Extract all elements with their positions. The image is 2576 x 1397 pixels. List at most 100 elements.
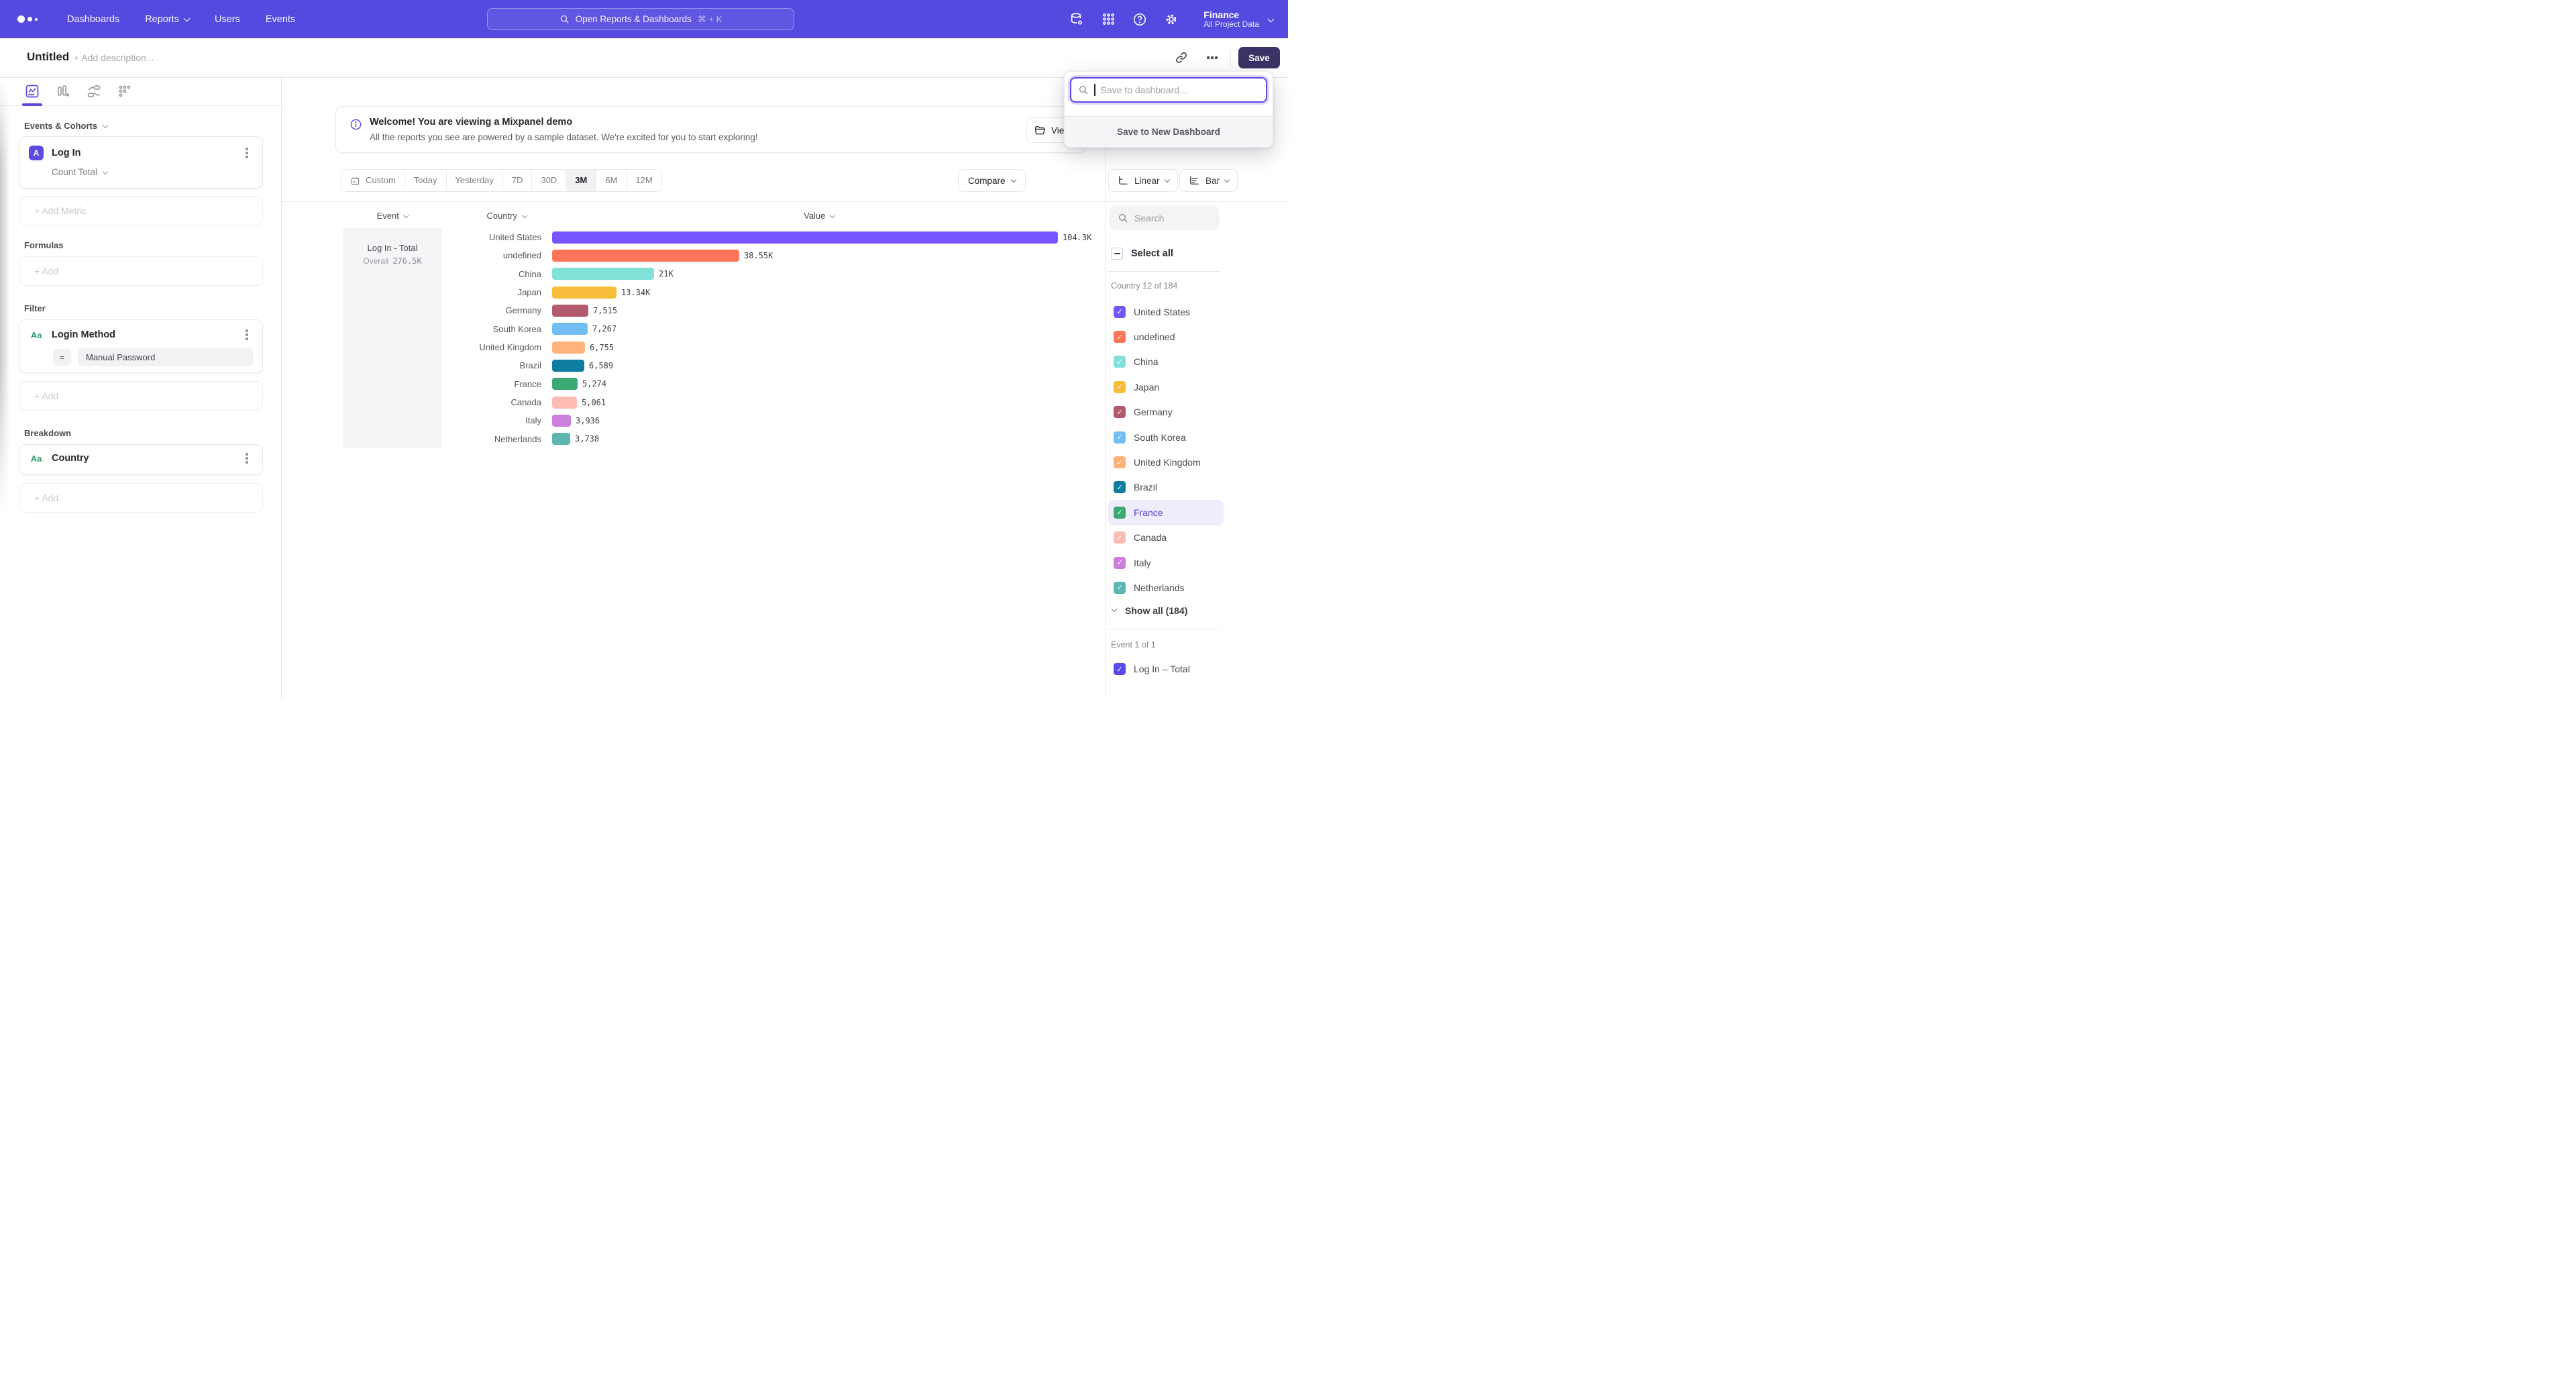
scale-selector-button[interactable]: Linear bbox=[1108, 169, 1178, 192]
legend-checkbox[interactable]: ✓ bbox=[1114, 557, 1126, 569]
legend-item-undefined[interactable]: ✓undefined bbox=[1108, 324, 1224, 349]
metric-name[interactable]: Log In bbox=[52, 148, 81, 158]
filter-card-login-method[interactable]: Aa Login Method = Manual Password bbox=[19, 319, 263, 373]
metric-card-login[interactable]: A Log In Count Total bbox=[19, 136, 263, 189]
copy-link-icon[interactable] bbox=[1173, 49, 1190, 66]
chevron-down-icon bbox=[1268, 16, 1275, 23]
add-description-field[interactable]: + Add description... bbox=[74, 52, 154, 63]
range-tab-custom[interactable]: Custom bbox=[341, 170, 405, 191]
legend-item-south-korea[interactable]: ✓South Korea bbox=[1108, 425, 1224, 450]
column-header-country[interactable]: Country bbox=[486, 211, 526, 221]
tab-retention[interactable] bbox=[117, 83, 133, 99]
legend-item-china[interactable]: ✓China bbox=[1108, 350, 1224, 374]
settings-gear-icon[interactable] bbox=[1164, 12, 1179, 27]
add-breakdown-button[interactable]: + Add bbox=[19, 483, 263, 513]
legend-item-japan[interactable]: ✓Japan bbox=[1108, 374, 1224, 399]
range-tab-3m[interactable]: 3M bbox=[566, 170, 596, 191]
range-tab-6m[interactable]: 6M bbox=[596, 170, 626, 191]
event-checkbox[interactable]: ✓ bbox=[1114, 663, 1126, 675]
column-header-event[interactable]: Event bbox=[377, 211, 409, 221]
add-metric-button[interactable]: + Add Metric bbox=[19, 196, 263, 225]
save-button[interactable]: Save bbox=[1238, 47, 1280, 68]
bar-segment[interactable] bbox=[552, 323, 588, 335]
nav-item-dashboards[interactable]: Dashboards bbox=[67, 14, 119, 25]
more-actions-icon[interactable] bbox=[1203, 49, 1221, 66]
bar-segment[interactable] bbox=[552, 305, 588, 317]
nav-item-events[interactable]: Events bbox=[266, 14, 295, 25]
legend-checkbox[interactable]: ✓ bbox=[1114, 507, 1126, 519]
legend-item-netherlands[interactable]: ✓Netherlands bbox=[1108, 575, 1224, 600]
legend-checkbox[interactable]: ✓ bbox=[1114, 356, 1126, 368]
chart-type-button[interactable]: Bar bbox=[1179, 169, 1238, 192]
breakdown-menu-icon[interactable] bbox=[241, 452, 253, 464]
help-icon[interactable] bbox=[1132, 12, 1147, 27]
bar-segment[interactable] bbox=[552, 231, 1058, 244]
select-all-checkbox[interactable] bbox=[1111, 248, 1123, 260]
bar-segment[interactable] bbox=[552, 378, 578, 390]
event-legend-item[interactable]: ✓ Log In – Total bbox=[1114, 663, 1190, 675]
bar-segment[interactable] bbox=[552, 360, 584, 372]
legend-item-france[interactable]: ✓ France bbox=[1108, 500, 1224, 525]
breakdown-card-country[interactable]: Aa Country bbox=[19, 444, 263, 475]
bar-segment[interactable] bbox=[552, 433, 570, 445]
tab-funnels[interactable] bbox=[55, 83, 71, 99]
range-tab-today[interactable]: Today bbox=[405, 170, 446, 191]
add-formula-button[interactable]: + Add bbox=[19, 256, 263, 286]
filter-operator[interactable]: = bbox=[53, 349, 71, 366]
show-all-toggle[interactable]: Show all (184) bbox=[1112, 605, 1187, 616]
legend-checkbox[interactable]: ✓ bbox=[1114, 582, 1126, 594]
nav-item-reports[interactable]: Reports bbox=[145, 14, 189, 25]
legend-label: France bbox=[1134, 507, 1163, 518]
drawer-shadow bbox=[0, 78, 10, 521]
bar-segment[interactable] bbox=[552, 342, 585, 354]
legend-item-united-kingdom[interactable]: ✓ United Kingdom bbox=[1108, 450, 1224, 474]
range-tab-7d[interactable]: 7D bbox=[502, 170, 532, 191]
legend-checkbox[interactable]: ✓ bbox=[1114, 431, 1126, 444]
select-all-row[interactable]: Select all bbox=[1111, 248, 1173, 260]
compare-button[interactable]: Compare bbox=[958, 169, 1026, 192]
tab-insights[interactable] bbox=[24, 83, 40, 99]
nav-item-users[interactable]: Users bbox=[215, 14, 240, 25]
legend-item-united-states[interactable]: ✓United States bbox=[1108, 299, 1224, 324]
column-header-value[interactable]: Value bbox=[804, 211, 835, 221]
report-title[interactable]: Untitled bbox=[27, 50, 69, 64]
global-search-button[interactable]: Open Reports & Dashboards ⌘ + K bbox=[487, 8, 794, 30]
filter-value[interactable]: Manual Password bbox=[78, 348, 253, 366]
events-cohorts-heading[interactable]: Events & Cohorts bbox=[24, 121, 107, 131]
legend-search-input[interactable]: Search bbox=[1110, 205, 1220, 230]
filter-property-name[interactable]: Login Method bbox=[52, 329, 115, 340]
filter-menu-icon[interactable] bbox=[241, 329, 253, 341]
project-switcher[interactable]: Finance All Project Data bbox=[1203, 9, 1259, 30]
legend-item-italy[interactable]: ✓Italy bbox=[1108, 550, 1224, 575]
legend-checkbox[interactable]: ✓ bbox=[1114, 306, 1126, 318]
legend-item-canada[interactable]: ✓Canada bbox=[1108, 525, 1224, 550]
bar-segment[interactable] bbox=[552, 415, 571, 427]
legend-checkbox[interactable]: ✓ bbox=[1114, 481, 1126, 493]
legend-checkbox[interactable]: ✓ bbox=[1114, 406, 1126, 418]
range-tab-yesterday[interactable]: Yesterday bbox=[446, 170, 502, 191]
apps-grid-icon[interactable] bbox=[1101, 12, 1116, 27]
aggregation-selector[interactable]: Count Total bbox=[52, 167, 253, 177]
tab-flows[interactable] bbox=[86, 83, 102, 99]
bar-segment[interactable] bbox=[552, 397, 577, 409]
legend-checkbox[interactable]: ✓ bbox=[1114, 456, 1126, 468]
metric-menu-icon[interactable] bbox=[241, 147, 253, 159]
save-dashboard-search-input[interactable]: Save to dashboard... bbox=[1070, 77, 1267, 103]
legend-checkbox[interactable]: ✓ bbox=[1114, 531, 1126, 544]
legend-checkbox[interactable]: ✓ bbox=[1114, 331, 1126, 343]
range-tab-30d[interactable]: 30D bbox=[531, 170, 566, 191]
add-filter-button[interactable]: + Add bbox=[19, 381, 263, 411]
bar-segment[interactable] bbox=[552, 268, 654, 280]
range-tab-12m[interactable]: 12M bbox=[626, 170, 661, 191]
legend-item-brazil[interactable]: ✓Brazil bbox=[1108, 475, 1224, 500]
legend-checkbox[interactable]: ✓ bbox=[1114, 381, 1126, 393]
bar-segment[interactable] bbox=[552, 250, 739, 262]
mixpanel-logo-icon[interactable] bbox=[17, 15, 38, 23]
data-management-icon[interactable] bbox=[1069, 12, 1084, 27]
legend-item-germany[interactable]: ✓ Germany bbox=[1108, 400, 1224, 425]
bar-segment[interactable] bbox=[552, 287, 616, 299]
breakdown-property-name[interactable]: Country bbox=[52, 453, 89, 464]
save-to-new-dashboard-button[interactable]: Save to New Dashboard bbox=[1065, 116, 1273, 147]
legend-label: United Kingdom bbox=[1134, 457, 1201, 468]
legend-label: Germany bbox=[1134, 407, 1173, 417]
